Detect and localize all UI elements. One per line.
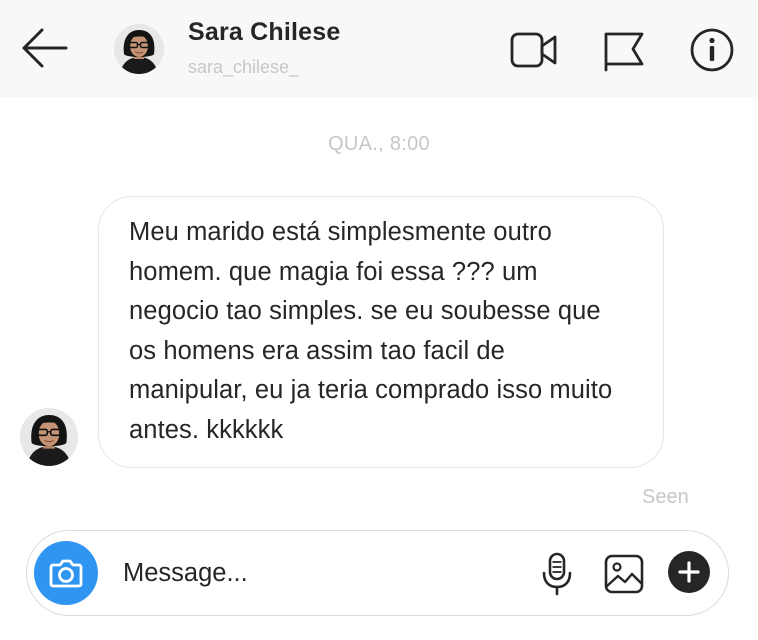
camera-icon bbox=[49, 559, 83, 588]
camera-button[interactable] bbox=[34, 541, 98, 605]
gallery-button[interactable] bbox=[603, 553, 645, 595]
sender-avatar[interactable] bbox=[20, 408, 78, 466]
image-icon bbox=[604, 554, 644, 594]
seen-status: Seen bbox=[642, 486, 689, 508]
plus-icon bbox=[678, 561, 700, 583]
incoming-message-row: Meu marido está simplesmente outro homem… bbox=[0, 0, 758, 480]
microphone-icon bbox=[542, 552, 572, 596]
message-text: Meu marido está simplesmente outro homem… bbox=[129, 218, 613, 444]
avatar-portrait bbox=[20, 408, 78, 466]
more-options-button[interactable] bbox=[668, 551, 710, 593]
message-bubble[interactable]: Meu marido está simplesmente outro homem… bbox=[98, 196, 664, 468]
message-input[interactable] bbox=[123, 553, 503, 593]
voice-message-button[interactable] bbox=[537, 551, 577, 597]
message-composer bbox=[26, 530, 729, 616]
